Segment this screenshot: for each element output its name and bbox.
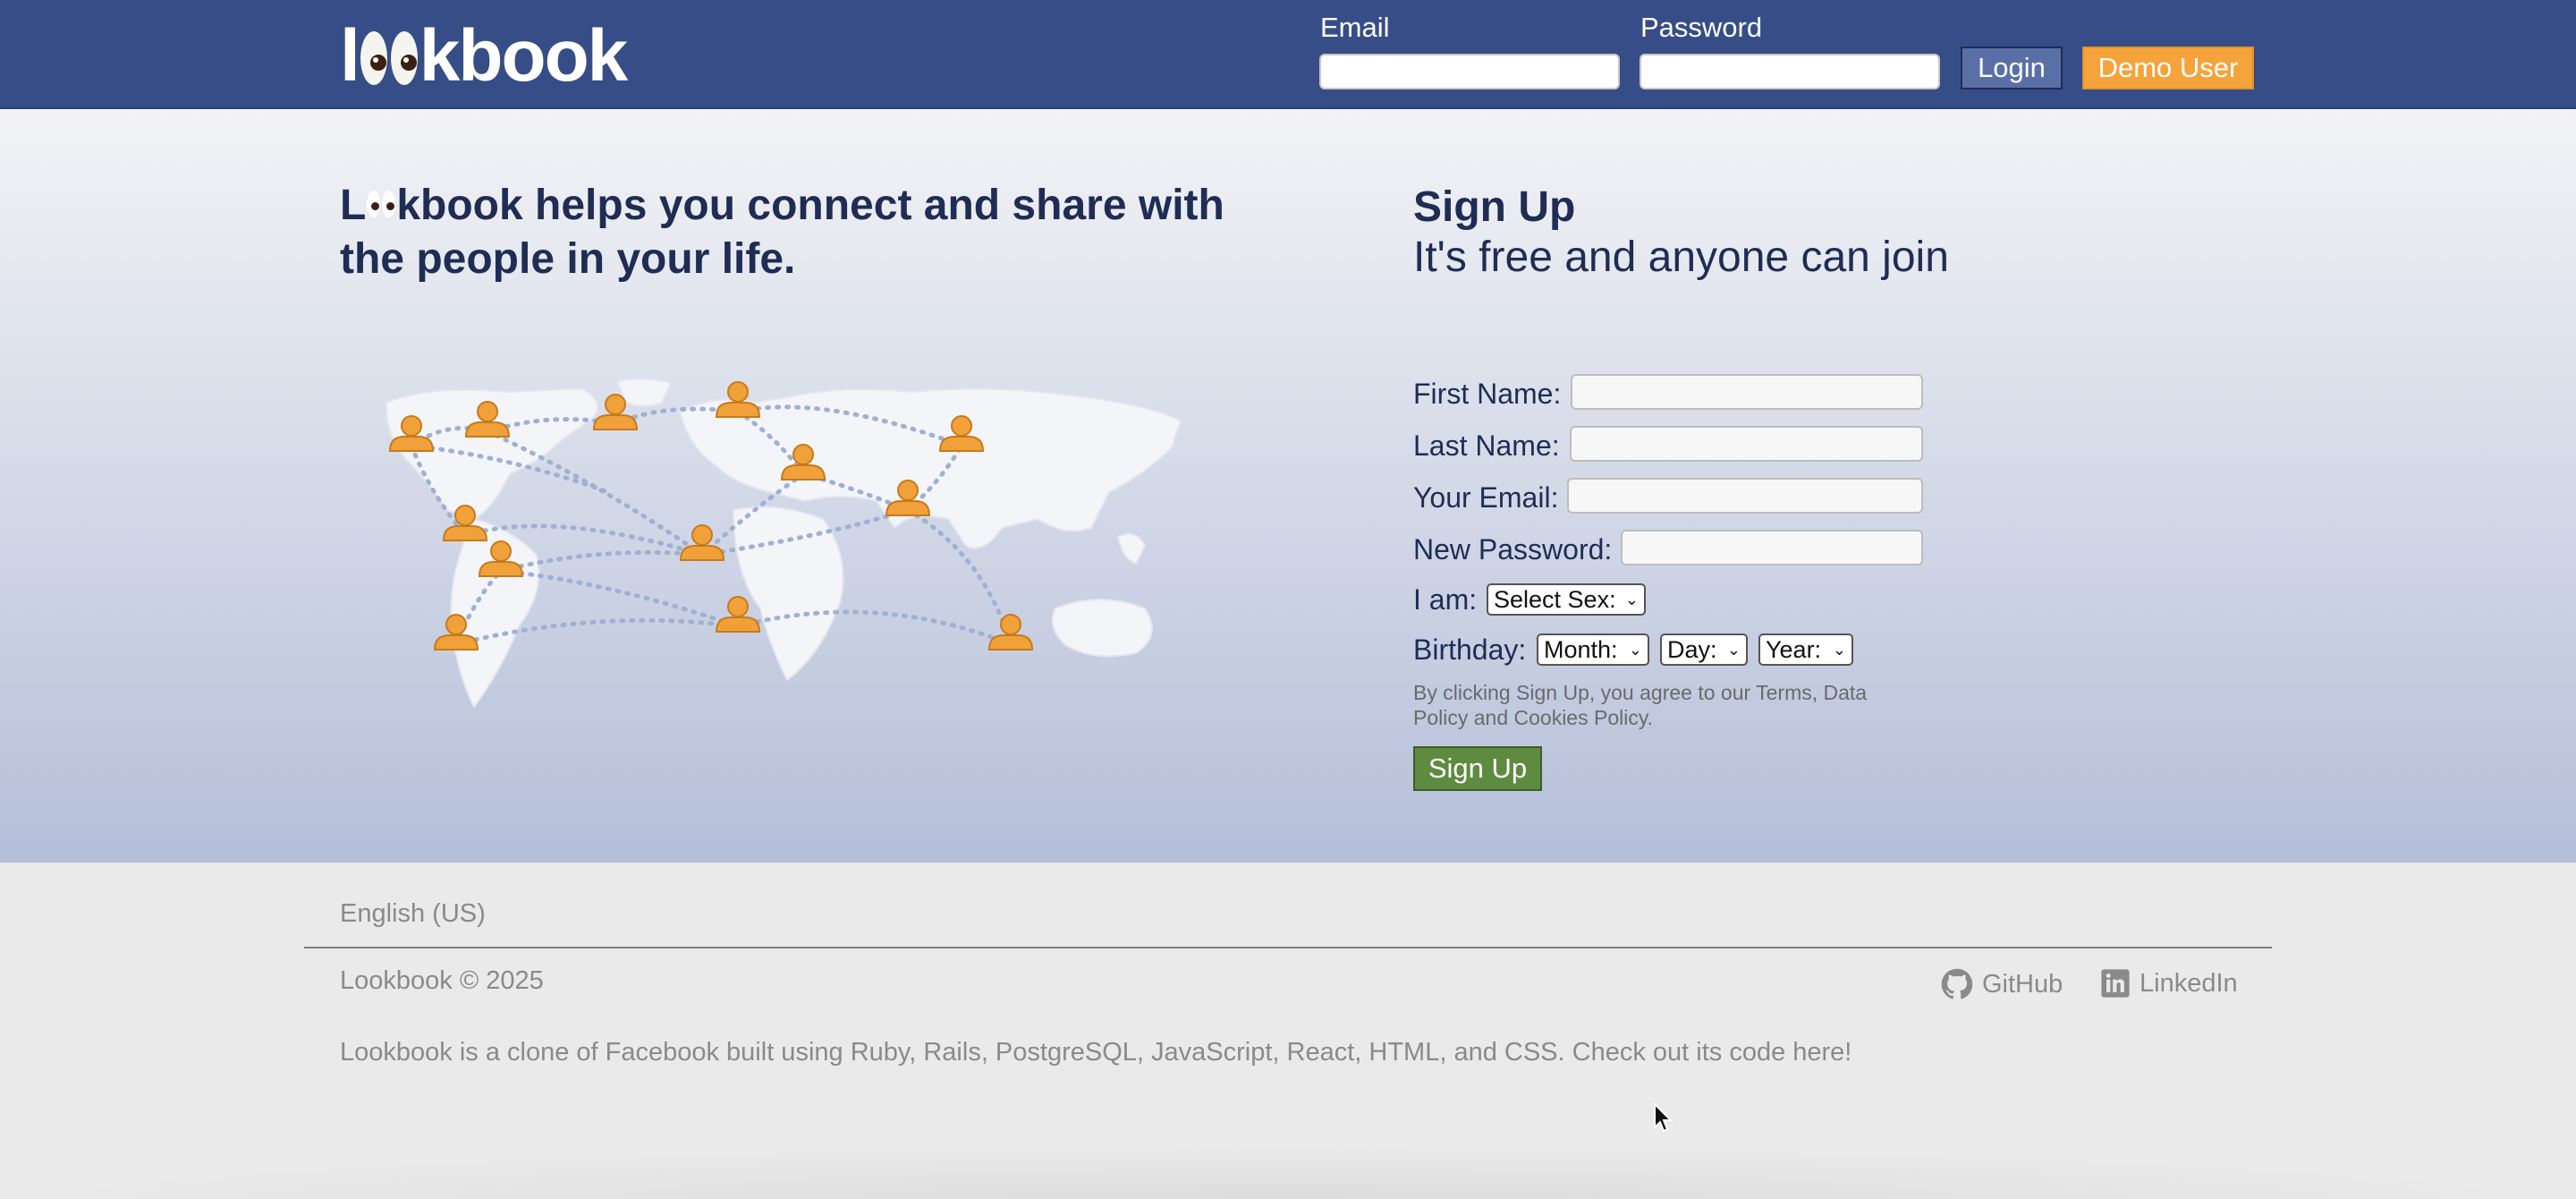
sex-label: I am: [1413, 583, 1478, 616]
chevron-down-icon: ⌄ [1726, 641, 1741, 659]
first-name-input[interactable] [1571, 374, 1923, 410]
last-name-input[interactable] [1570, 426, 1923, 462]
tagline-initial: L [340, 182, 367, 229]
top-nav-bar: l kbook Email Password Login Demo User [0, 0, 2576, 109]
tagline-text: kbook helps you connect and share with t… [340, 182, 1224, 283]
month-select-value: Month: [1544, 636, 1618, 663]
logo-prefix: l [340, 15, 360, 97]
language-link[interactable]: English (US) [340, 898, 486, 929]
login-password-label: Password [1640, 12, 1763, 43]
last-name-label: Last Name: [1413, 429, 1560, 462]
mouse-cursor-icon [1654, 1102, 1674, 1133]
new-password-label: New Password: [1413, 533, 1613, 565]
linkedin-link[interactable]: LinkedIn [2100, 968, 2238, 999]
tagline: Lkbook helps you connect and share with … [340, 179, 1234, 286]
month-select[interactable]: Month: ⌄ [1537, 634, 1649, 666]
bottom-shade [0, 1145, 2576, 1199]
login-email-input[interactable] [1319, 54, 1620, 89]
sex-select-value: Select Sex: [1494, 586, 1616, 613]
terms-text: By clicking Sign Up, you agree to our Te… [1413, 681, 1868, 729]
first-name-label: First Name: [1413, 378, 1562, 410]
lookbook-logo[interactable]: l kbook [340, 15, 628, 97]
copyright-text: Lookbook © 2025 [340, 966, 544, 995]
github-icon [1941, 968, 1973, 999]
signup-email-label: Your Email: [1413, 481, 1559, 514]
login-email-label: Email [1320, 12, 1390, 43]
eye-icon [390, 31, 418, 85]
day-select-value: Day: [1667, 636, 1717, 663]
year-select-value: Year: [1766, 636, 1822, 663]
github-label: GitHub [1982, 969, 2063, 999]
new-password-input[interactable] [1621, 530, 1923, 565]
eye-icon [360, 31, 387, 85]
demo-user-button[interactable]: Demo User [2082, 47, 2254, 89]
day-select[interactable]: Day: ⌄ [1660, 634, 1748, 666]
eye-icon [382, 191, 396, 218]
eye-icon [367, 191, 381, 218]
chevron-down-icon: ⌄ [1628, 641, 1642, 659]
chevron-down-icon: ⌄ [1832, 641, 1846, 659]
footer-divider [304, 947, 2272, 948]
world-map-illustration [385, 378, 1182, 709]
signup-email-input[interactable] [1567, 478, 1923, 514]
birthday-label: Birthday: [1413, 634, 1527, 666]
about-text[interactable]: Lookbook is a clone of Facebook built us… [340, 1037, 1852, 1067]
chevron-down-icon: ⌄ [1624, 591, 1639, 608]
year-select[interactable]: Year: ⌄ [1758, 634, 1853, 666]
linkedin-icon [2101, 969, 2130, 998]
github-link[interactable]: GitHub [1941, 968, 2063, 1000]
sex-select[interactable]: Select Sex: ⌄ [1487, 583, 1646, 616]
login-button[interactable]: Login [1961, 47, 2063, 89]
logo-suffix: kbook [419, 15, 628, 97]
signup-title: Sign Up [1413, 183, 1576, 231]
login-password-input[interactable] [1640, 54, 1940, 89]
signup-subtitle: It's free and anyone can join [1413, 234, 1949, 281]
linkedin-label: LinkedIn [2140, 968, 2238, 998]
signup-button[interactable]: Sign Up [1413, 746, 1542, 791]
